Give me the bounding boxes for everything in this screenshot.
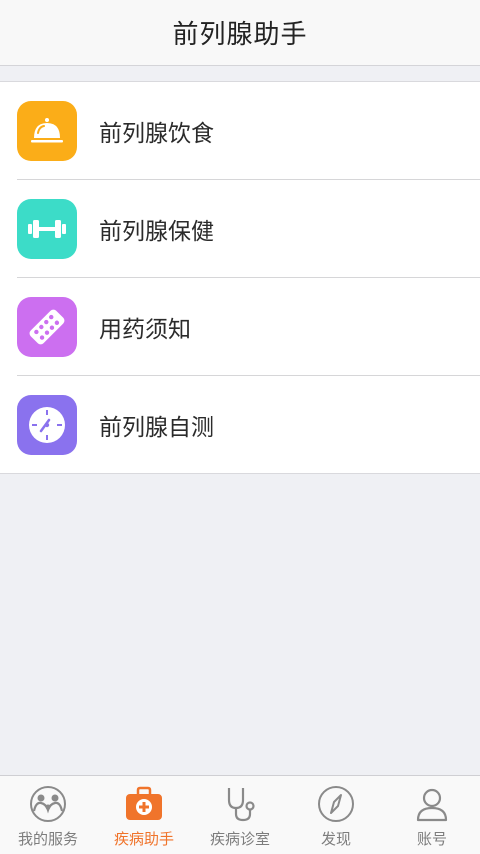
tab-disease-clinic[interactable]: 疾病诊室 <box>192 776 288 854</box>
compass-icon <box>316 784 356 824</box>
tab-bar: 我的服务 疾病助手 疾病诊室 发现 账号 <box>0 775 480 854</box>
tab-label: 疾病助手 <box>113 830 174 848</box>
pill-strip-icon <box>17 296 77 357</box>
user-icon <box>412 784 452 824</box>
dumbbell-icon <box>17 198 77 259</box>
menu-item-label: 前列腺饮食 <box>99 120 214 147</box>
family-icon <box>28 784 68 824</box>
tab-account[interactable]: 账号 <box>384 776 480 854</box>
service-bell-icon <box>17 100 77 161</box>
tab-discover[interactable]: 发现 <box>288 776 384 854</box>
medical-kit-icon <box>124 784 164 824</box>
navigation-bar: 前列腺助手 <box>0 0 480 66</box>
gauge-icon <box>17 394 77 455</box>
menu-item-label: 前列腺自测 <box>99 414 214 441</box>
tab-my-services[interactable]: 我的服务 <box>0 776 96 854</box>
menu-item-label: 前列腺保健 <box>99 218 214 245</box>
stethoscope-icon <box>220 784 260 824</box>
menu-item-self-test[interactable]: 前列腺自测 <box>0 375 480 473</box>
menu-item-medication[interactable]: 用药须知 <box>0 277 480 375</box>
tab-label: 我的服务 <box>17 830 78 848</box>
menu-item-diet[interactable]: 前列腺饮食 <box>0 82 480 179</box>
tab-disease-assistant[interactable]: 疾病助手 <box>96 776 192 854</box>
menu-item-care[interactable]: 前列腺保健 <box>0 179 480 277</box>
tab-label: 疾病诊室 <box>209 830 270 848</box>
menu-item-label: 用药须知 <box>99 316 191 343</box>
tab-label: 账号 <box>416 830 447 848</box>
tab-label: 发现 <box>320 830 351 848</box>
page-title: 前列腺助手 <box>172 20 308 50</box>
menu-list: 前列腺饮食 前列腺保健 用药须知 前列腺自测 <box>0 81 480 474</box>
